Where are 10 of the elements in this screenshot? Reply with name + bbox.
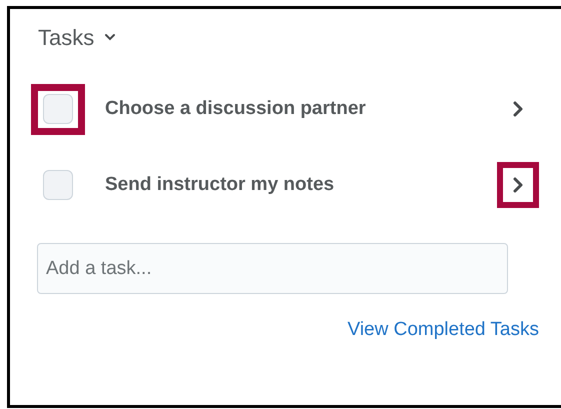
checkbox[interactable] — [43, 94, 73, 124]
task-label[interactable]: Send instructor my notes — [105, 170, 497, 200]
view-completed-link[interactable]: View Completed Tasks — [347, 316, 539, 344]
widget-title: Tasks — [38, 24, 94, 52]
chevron-right-icon[interactable] — [513, 177, 523, 193]
add-task-field[interactable]: Add a task... — [37, 243, 508, 294]
checkbox[interactable] — [43, 170, 73, 200]
chevron-right-icon[interactable] — [513, 101, 523, 117]
task-label[interactable]: Choose a discussion partner — [105, 94, 497, 124]
chevron-down-icon[interactable] — [104, 33, 116, 41]
